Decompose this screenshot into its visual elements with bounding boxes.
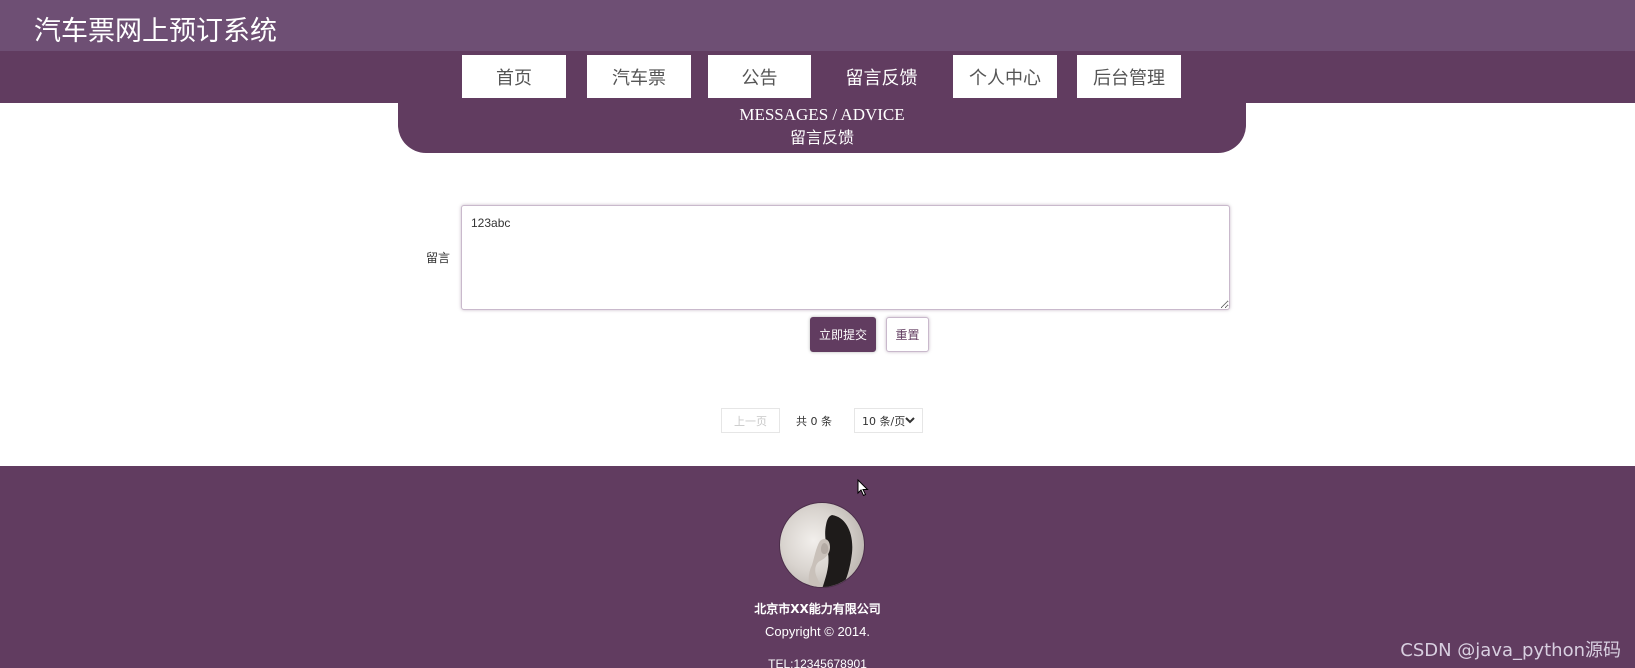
- pagination-prev-button[interactable]: 上一页: [721, 408, 780, 433]
- footer: 北京市XX能力有限公司 Copyright © 2014. TEL:123456…: [0, 466, 1635, 668]
- page-size-select[interactable]: 10 条/页: [854, 408, 923, 433]
- footer-tel: TEL:12345678901: [768, 657, 867, 668]
- footer-copyright: Copyright © 2014.: [765, 624, 870, 639]
- nav-item-feedback[interactable]: 留言反馈: [830, 55, 933, 98]
- reset-button[interactable]: 重置: [886, 317, 929, 352]
- page-size-value: 10 条/页: [862, 414, 906, 428]
- nav-item-admin[interactable]: 后台管理: [1077, 55, 1181, 98]
- mouse-cursor-icon: [857, 479, 869, 497]
- footer-company: 北京市XX能力有限公司: [754, 602, 881, 616]
- nav-item-bus-tickets[interactable]: 汽车票: [587, 55, 691, 98]
- banner-title-cn: 留言反馈: [789, 128, 854, 147]
- submit-button[interactable]: 立即提交: [810, 317, 876, 352]
- nav-item-announcements[interactable]: 公告: [708, 55, 811, 98]
- avatar-portrait-image: [808, 515, 853, 587]
- message-label: 留言: [426, 251, 451, 265]
- chevron-down-icon: [905, 417, 915, 424]
- top-header-bar: 汽车票网上预订系统: [0, 0, 1635, 51]
- site-title: 汽车票网上预订系统: [34, 16, 277, 47]
- pagination-total: 共 0 条: [796, 415, 832, 428]
- message-textarea[interactable]: 123abc: [461, 205, 1230, 310]
- watermark-text: CSDN @java_python源码: [1400, 640, 1621, 661]
- nav-item-home[interactable]: 首页: [462, 55, 566, 98]
- company-avatar: [779, 502, 865, 588]
- section-banner: MESSAGES / ADVICE 留言反馈: [398, 98, 1246, 153]
- main-nav: 首页 汽车票 公告 留言反馈 个人中心 后台管理: [0, 51, 1635, 103]
- banner-title-en: MESSAGES / ADVICE: [739, 105, 905, 124]
- nav-item-personal-center[interactable]: 个人中心: [953, 55, 1057, 98]
